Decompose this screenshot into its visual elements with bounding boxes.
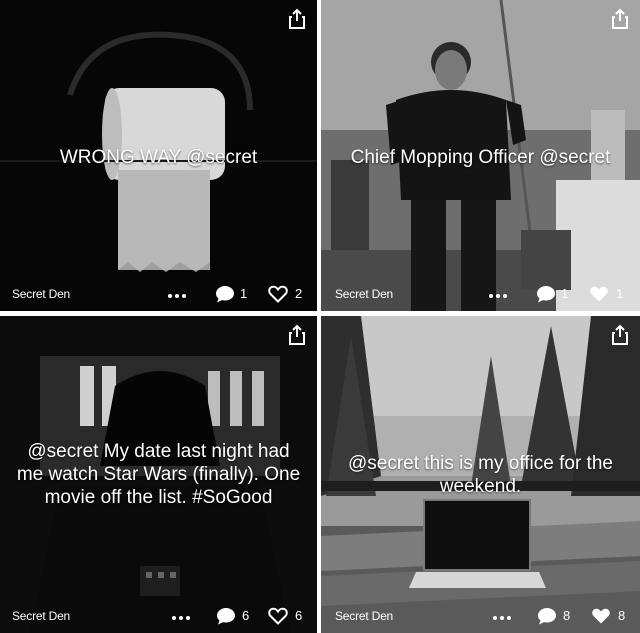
more-dots-icon[interactable] (168, 292, 190, 300)
comment-bubble-icon[interactable] (537, 607, 557, 625)
post-card-3[interactable]: @secret My date last night had me watch … (0, 316, 317, 633)
share-icon[interactable] (287, 324, 307, 346)
heart-icon[interactable] (589, 285, 609, 303)
comment-count: 1 (561, 286, 569, 301)
post-author[interactable]: Secret Den (335, 609, 393, 623)
share-icon[interactable] (610, 324, 630, 346)
heart-icon[interactable] (268, 285, 288, 303)
post-card-2[interactable]: Chief Mopping Officer @secret Secret Den… (321, 0, 640, 311)
more-dots-icon[interactable] (489, 292, 511, 300)
comment-bubble-icon[interactable] (215, 285, 235, 303)
post-author[interactable]: Secret Den (12, 287, 70, 301)
heart-icon[interactable] (268, 607, 288, 625)
share-icon[interactable] (610, 8, 630, 30)
post-caption: @secret this is my office for the weeken… (348, 453, 613, 497)
comment-count: 1 (240, 286, 248, 301)
comment-count: 8 (563, 608, 571, 623)
post-card-1[interactable]: WRONG WAY @secret Secret Den 1 2 (0, 0, 317, 311)
post-caption: Chief Mopping Officer @secret (350, 147, 611, 168)
post-grid: WRONG WAY @secret Secret Den 1 2 Chief M… (0, 0, 640, 633)
post-caption: @secret My date last night had me watch … (16, 441, 301, 508)
comment-bubble-icon[interactable] (216, 607, 236, 625)
post-author[interactable]: Secret Den (12, 609, 70, 623)
post-footer: Secret Den 8 8 (321, 599, 640, 633)
like-count: 8 (618, 608, 626, 623)
comment-bubble-icon[interactable] (536, 285, 556, 303)
post-footer: Secret Den 1 2 (0, 277, 317, 311)
like-count: 1 (616, 286, 624, 301)
comment-count: 6 (242, 608, 250, 623)
post-author[interactable]: Secret Den (335, 287, 393, 301)
post-footer: Secret Den 6 6 (0, 599, 317, 633)
like-count: 2 (295, 286, 303, 301)
post-card-4[interactable]: @secret this is my office for the weeken… (321, 316, 640, 633)
more-dots-icon[interactable] (493, 614, 515, 622)
share-icon[interactable] (287, 8, 307, 30)
like-count: 6 (295, 608, 303, 623)
post-caption: WRONG WAY @secret (59, 147, 258, 168)
heart-icon[interactable] (591, 607, 611, 625)
post-footer: Secret Den 1 1 (321, 277, 640, 311)
more-dots-icon[interactable] (172, 614, 194, 622)
